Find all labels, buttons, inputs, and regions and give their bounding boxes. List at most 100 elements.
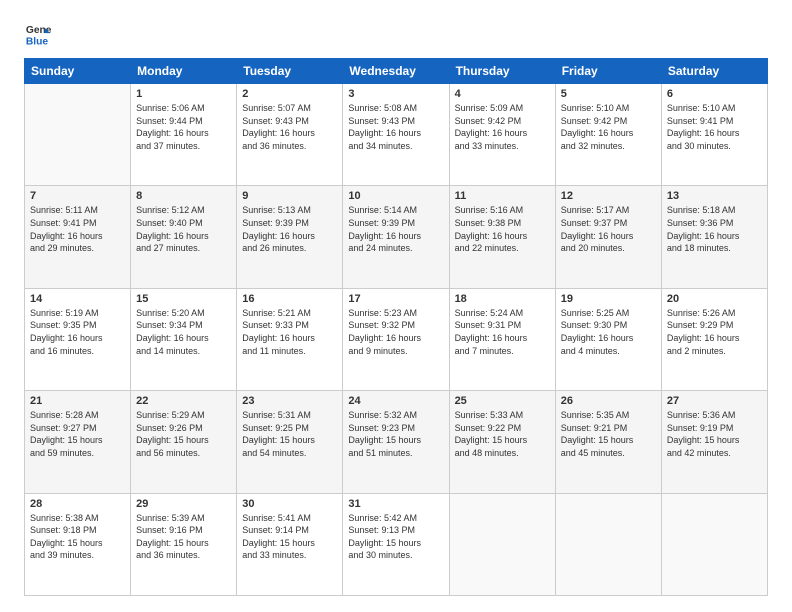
calendar-header-row: SundayMondayTuesdayWednesdayThursdayFrid… bbox=[25, 59, 768, 84]
day-info: Sunrise: 5:19 AM Sunset: 9:35 PM Dayligh… bbox=[30, 307, 125, 357]
calendar-cell: 26 Sunrise: 5:35 AM Sunset: 9:21 PM Dayli… bbox=[555, 391, 661, 493]
calendar-cell bbox=[25, 84, 131, 186]
calendar-table: SundayMondayTuesdayWednesdayThursdayFrid… bbox=[24, 58, 768, 596]
day-info: Sunrise: 5:10 AM Sunset: 9:42 PM Dayligh… bbox=[561, 102, 656, 152]
calendar-cell: 23 Sunrise: 5:31 AM Sunset: 9:25 PM Dayli… bbox=[237, 391, 343, 493]
logo-icon: General Blue bbox=[24, 20, 52, 48]
calendar-cell: 11 Sunrise: 5:16 AM Sunset: 9:38 PM Dayli… bbox=[449, 186, 555, 288]
day-info: Sunrise: 5:35 AM Sunset: 9:21 PM Dayligh… bbox=[561, 409, 656, 459]
day-number: 24 bbox=[348, 395, 443, 407]
calendar-cell: 30 Sunrise: 5:41 AM Sunset: 9:14 PM Dayli… bbox=[237, 493, 343, 595]
day-info: Sunrise: 5:41 AM Sunset: 9:14 PM Dayligh… bbox=[242, 512, 337, 562]
day-number: 7 bbox=[30, 190, 125, 202]
day-info: Sunrise: 5:16 AM Sunset: 9:38 PM Dayligh… bbox=[455, 204, 550, 254]
calendar-week-row: 21Sunrise: 5:28 AM Sunset: 9:27 PM Dayli… bbox=[25, 391, 768, 493]
day-info: Sunrise: 5:42 AM Sunset: 9:13 PM Dayligh… bbox=[348, 512, 443, 562]
day-number: 17 bbox=[348, 293, 443, 305]
day-number: 4 bbox=[455, 88, 550, 100]
calendar-cell bbox=[449, 493, 555, 595]
day-number: 12 bbox=[561, 190, 656, 202]
calendar-cell: 3 Sunrise: 5:08 AM Sunset: 9:43 PM Daylig… bbox=[343, 84, 449, 186]
day-info: Sunrise: 5:32 AM Sunset: 9:23 PM Dayligh… bbox=[348, 409, 443, 459]
calendar-cell: 20 Sunrise: 5:26 AM Sunset: 9:29 PM Dayli… bbox=[661, 288, 767, 390]
day-info: Sunrise: 5:33 AM Sunset: 9:22 PM Dayligh… bbox=[455, 409, 550, 459]
day-number: 5 bbox=[561, 88, 656, 100]
day-info: Sunrise: 5:21 AM Sunset: 9:33 PM Dayligh… bbox=[242, 307, 337, 357]
svg-text:General: General bbox=[26, 25, 52, 36]
day-number: 2 bbox=[242, 88, 337, 100]
calendar-cell: 2 Sunrise: 5:07 AM Sunset: 9:43 PM Daylig… bbox=[237, 84, 343, 186]
day-number: 26 bbox=[561, 395, 656, 407]
day-number: 25 bbox=[455, 395, 550, 407]
day-number: 14 bbox=[30, 293, 125, 305]
calendar-cell: 31Sunrise: 5:42 AM Sunset: 9:13 PM Dayli… bbox=[343, 493, 449, 595]
weekday-header-tuesday: Tuesday bbox=[237, 59, 343, 84]
calendar-cell: 15Sunrise: 5:20 AM Sunset: 9:34 PM Dayli… bbox=[131, 288, 237, 390]
day-info: Sunrise: 5:28 AM Sunset: 9:27 PM Dayligh… bbox=[30, 409, 125, 459]
day-number: 8 bbox=[136, 190, 231, 202]
day-number: 18 bbox=[455, 293, 550, 305]
calendar-cell bbox=[661, 493, 767, 595]
calendar-cell: 14 Sunrise: 5:19 AM Sunset: 9:35 PM Dayli… bbox=[25, 288, 131, 390]
calendar-cell: 12 Sunrise: 5:17 AM Sunset: 9:37 PM Dayli… bbox=[555, 186, 661, 288]
calendar-cell: 7 Sunrise: 5:11 AM Sunset: 9:41 PM Daylig… bbox=[25, 186, 131, 288]
day-info: Sunrise: 5:26 AM Sunset: 9:29 PM Dayligh… bbox=[667, 307, 762, 357]
day-info: Sunrise: 5:12 AM Sunset: 9:40 PM Dayligh… bbox=[136, 204, 231, 254]
calendar-cell: 27Sunrise: 5:36 AM Sunset: 9:19 PM Dayli… bbox=[661, 391, 767, 493]
day-info: Sunrise: 5:25 AM Sunset: 9:30 PM Dayligh… bbox=[561, 307, 656, 357]
calendar-cell: 19 Sunrise: 5:25 AM Sunset: 9:30 PM Dayli… bbox=[555, 288, 661, 390]
calendar-cell: 21Sunrise: 5:28 AM Sunset: 9:27 PM Dayli… bbox=[25, 391, 131, 493]
day-number: 16 bbox=[242, 293, 337, 305]
calendar-week-row: 14 Sunrise: 5:19 AM Sunset: 9:35 PM Dayli… bbox=[25, 288, 768, 390]
day-number: 30 bbox=[242, 498, 337, 510]
calendar-cell: 25 Sunrise: 5:33 AM Sunset: 9:22 PM Dayli… bbox=[449, 391, 555, 493]
day-info: Sunrise: 5:10 AM Sunset: 9:41 PM Dayligh… bbox=[667, 102, 762, 152]
day-number: 22 bbox=[136, 395, 231, 407]
calendar-cell: 22 Sunrise: 5:29 AM Sunset: 9:26 PM Dayli… bbox=[131, 391, 237, 493]
day-info: Sunrise: 5:39 AM Sunset: 9:16 PM Dayligh… bbox=[136, 512, 231, 562]
calendar-cell: 16 Sunrise: 5:21 AM Sunset: 9:33 PM Dayli… bbox=[237, 288, 343, 390]
day-info: Sunrise: 5:09 AM Sunset: 9:42 PM Dayligh… bbox=[455, 102, 550, 152]
day-number: 11 bbox=[455, 190, 550, 202]
calendar-cell: 6 Sunrise: 5:10 AM Sunset: 9:41 PM Daylig… bbox=[661, 84, 767, 186]
day-info: Sunrise: 5:38 AM Sunset: 9:18 PM Dayligh… bbox=[30, 512, 125, 562]
day-number: 29 bbox=[136, 498, 231, 510]
day-info: Sunrise: 5:24 AM Sunset: 9:31 PM Dayligh… bbox=[455, 307, 550, 357]
weekday-header-saturday: Saturday bbox=[661, 59, 767, 84]
calendar-cell: 9Sunrise: 5:13 AM Sunset: 9:39 PM Daylig… bbox=[237, 186, 343, 288]
calendar-week-row: 28 Sunrise: 5:38 AM Sunset: 9:18 PM Dayli… bbox=[25, 493, 768, 595]
day-info: Sunrise: 5:18 AM Sunset: 9:36 PM Dayligh… bbox=[667, 204, 762, 254]
calendar-cell: 28 Sunrise: 5:38 AM Sunset: 9:18 PM Dayli… bbox=[25, 493, 131, 595]
calendar-cell: 8 Sunrise: 5:12 AM Sunset: 9:40 PM Daylig… bbox=[131, 186, 237, 288]
day-info: Sunrise: 5:29 AM Sunset: 9:26 PM Dayligh… bbox=[136, 409, 231, 459]
day-info: Sunrise: 5:08 AM Sunset: 9:43 PM Dayligh… bbox=[348, 102, 443, 152]
day-info: Sunrise: 5:06 AM Sunset: 9:44 PM Dayligh… bbox=[136, 102, 231, 152]
calendar-cell: 10Sunrise: 5:14 AM Sunset: 9:39 PM Dayli… bbox=[343, 186, 449, 288]
header: General Blue bbox=[24, 20, 768, 48]
day-number: 23 bbox=[242, 395, 337, 407]
day-number: 10 bbox=[348, 190, 443, 202]
day-number: 13 bbox=[667, 190, 762, 202]
calendar-cell: 17Sunrise: 5:23 AM Sunset: 9:32 PM Dayli… bbox=[343, 288, 449, 390]
day-number: 9 bbox=[242, 190, 337, 202]
calendar-cell: 29 Sunrise: 5:39 AM Sunset: 9:16 PM Dayli… bbox=[131, 493, 237, 595]
day-info: Sunrise: 5:36 AM Sunset: 9:19 PM Dayligh… bbox=[667, 409, 762, 459]
calendar-week-row: 7 Sunrise: 5:11 AM Sunset: 9:41 PM Daylig… bbox=[25, 186, 768, 288]
day-info: Sunrise: 5:11 AM Sunset: 9:41 PM Dayligh… bbox=[30, 204, 125, 254]
day-info: Sunrise: 5:17 AM Sunset: 9:37 PM Dayligh… bbox=[561, 204, 656, 254]
day-number: 20 bbox=[667, 293, 762, 305]
calendar-cell: 5 Sunrise: 5:10 AM Sunset: 9:42 PM Daylig… bbox=[555, 84, 661, 186]
day-info: Sunrise: 5:31 AM Sunset: 9:25 PM Dayligh… bbox=[242, 409, 337, 459]
day-number: 19 bbox=[561, 293, 656, 305]
calendar-cell bbox=[555, 493, 661, 595]
day-number: 6 bbox=[667, 88, 762, 100]
day-number: 3 bbox=[348, 88, 443, 100]
day-number: 28 bbox=[30, 498, 125, 510]
calendar-cell: 1Sunrise: 5:06 AM Sunset: 9:44 PM Daylig… bbox=[131, 84, 237, 186]
calendar-cell: 4 Sunrise: 5:09 AM Sunset: 9:42 PM Daylig… bbox=[449, 84, 555, 186]
weekday-header-sunday: Sunday bbox=[25, 59, 131, 84]
calendar-page: General Blue SundayMondayTuesdayWednesda… bbox=[0, 0, 792, 612]
calendar-week-row: 1Sunrise: 5:06 AM Sunset: 9:44 PM Daylig… bbox=[25, 84, 768, 186]
day-info: Sunrise: 5:07 AM Sunset: 9:43 PM Dayligh… bbox=[242, 102, 337, 152]
weekday-header-wednesday: Wednesday bbox=[343, 59, 449, 84]
